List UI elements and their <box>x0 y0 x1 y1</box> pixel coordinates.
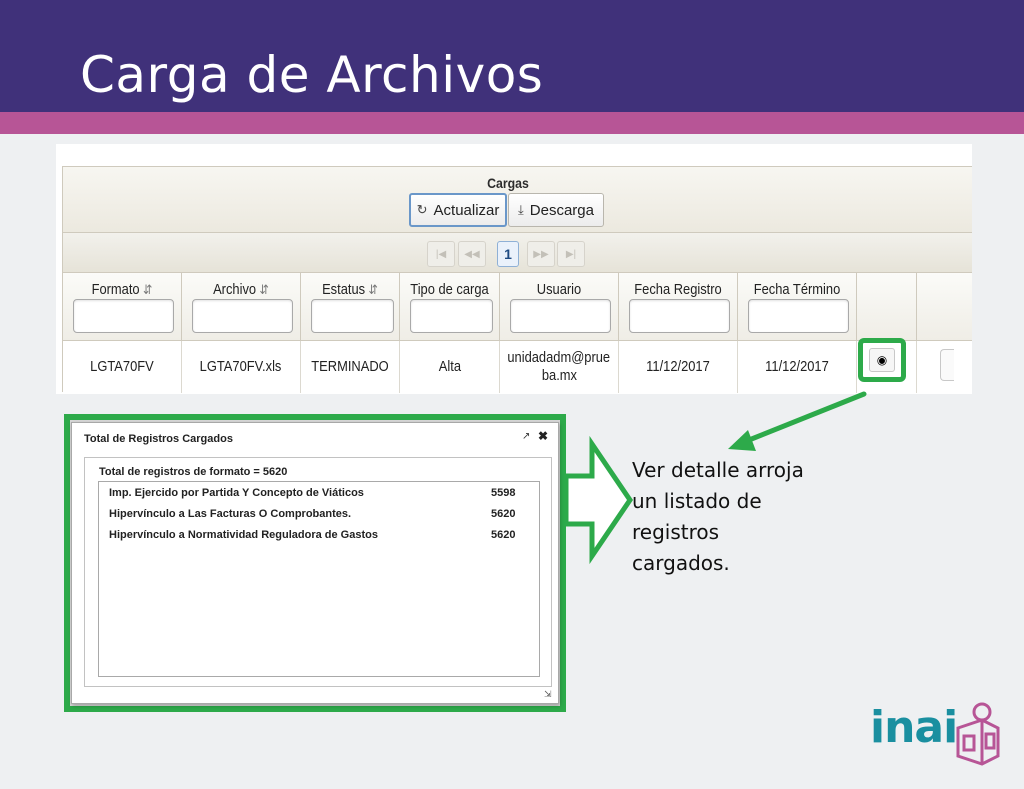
filter-tipo-input[interactable] <box>410 299 493 333</box>
column-fecha-registro: Fecha Registro <box>619 273 738 341</box>
next-page-icon[interactable]: ▶▶ <box>527 241 555 267</box>
column-formato[interactable]: Formato ⇵ <box>63 273 182 341</box>
uploads-grid: Cargas ↻ Actualizar ⤓ Descarga |◀ ◀◀ 1 ▶… <box>62 166 972 393</box>
dialog-title: Total de Registros Cargados <box>84 433 233 445</box>
pointer-arrow <box>728 391 867 451</box>
pager: |◀ ◀◀ 1 ▶▶ ▶| <box>63 233 972 273</box>
filter-estatus-input[interactable] <box>311 299 394 333</box>
list-item: Imp. Ejercido por Partida Y Concepto de … <box>109 487 364 499</box>
column-usuario: Usuario <box>500 273 619 341</box>
grid-screenshot: Cargas ↻ Actualizar ⤓ Descarga |◀ ◀◀ 1 ▶… <box>56 144 972 394</box>
filter-fecha-termino-input[interactable] <box>748 299 849 333</box>
list-item-count: 5620 <box>491 529 516 541</box>
cell-archivo: LGTA70FV.xls <box>182 341 301 393</box>
header-stripe <box>0 112 1024 134</box>
inai-logo-icon <box>956 702 1000 766</box>
current-page[interactable]: 1 <box>497 241 519 267</box>
dialog-total: Total de registros de formato = 5620 <box>99 466 288 478</box>
filter-usuario-input[interactable] <box>510 299 611 333</box>
view-detail-button[interactable]: ◉ <box>869 348 895 372</box>
block-arrow-icon <box>563 435 634 565</box>
download-label: Descarga <box>529 201 594 219</box>
view-detail-highlight: ◉ <box>858 338 906 382</box>
column-archivo[interactable]: Archivo ⇵ <box>182 273 301 341</box>
list-item: Hipervínculo a Normatividad Reguladora d… <box>109 529 378 541</box>
records-list[interactable]: Imp. Ejercido por Partida Y Concepto de … <box>98 481 540 677</box>
grid-caption: Cargas ↻ Actualizar ⤓ Descarga <box>63 167 972 233</box>
column-estatus[interactable]: Estatus ⇵ <box>301 273 400 341</box>
column-label: Formato <box>91 281 140 298</box>
list-item: Hipervínculo a Las Facturas O Comprobant… <box>109 508 352 520</box>
column-fecha-termino: Fecha Término <box>738 273 857 341</box>
slide-title: Carga de Archivos <box>80 46 544 104</box>
cell-usuario: unidadadm@prue ba.mx <box>500 341 619 393</box>
first-page-icon[interactable]: |◀ <box>427 241 455 267</box>
column-actions <box>857 273 917 341</box>
filter-formato-input[interactable] <box>73 299 174 333</box>
column-label: Fecha Término <box>753 281 841 298</box>
sort-icon[interactable]: ⇵ <box>143 282 152 297</box>
prev-page-icon[interactable]: ◀◀ <box>458 241 486 267</box>
eye-icon: ◉ <box>876 353 888 367</box>
sort-icon[interactable]: ⇵ <box>260 282 269 297</box>
filter-archivo-input[interactable] <box>192 299 293 333</box>
cell-fecha-registro: 11/12/2017 <box>619 341 738 393</box>
list-item-count: 5598 <box>491 487 516 499</box>
cell-tipo: Alta <box>400 341 500 393</box>
cell-formato: LGTA70FV <box>63 341 182 393</box>
cell-estatus: TERMINADO <box>301 341 400 393</box>
grid-header-row: Formato ⇵ Archivo ⇵ Estatus ⇵ Tipo de carga… <box>63 273 972 341</box>
column-tipo-carga: Tipo de carga <box>400 273 500 341</box>
refresh-icon: ↻ <box>416 202 428 217</box>
popout-icon[interactable]: ↗ <box>522 431 530 442</box>
dialog-body: Total de registros de formato = 5620 Imp… <box>84 457 552 687</box>
download-button[interactable]: ⤓ Descarga <box>508 193 604 227</box>
annotation-note: Ver detalle arroja un listado de registr… <box>632 458 804 575</box>
column-label: Tipo de carga <box>410 281 489 298</box>
resize-handle-icon[interactable]: ⇲ <box>544 689 552 700</box>
download-icon: ⤓ <box>518 202 524 217</box>
column-label: Fecha Registro <box>634 281 722 298</box>
filter-fecha-registro-input[interactable] <box>629 299 730 333</box>
column-label: Estatus <box>322 281 366 298</box>
close-icon[interactable]: ✖ <box>538 429 548 443</box>
row-extra-button[interactable] <box>940 349 954 381</box>
inai-logo-text: inai <box>870 702 958 753</box>
column-label: Archivo <box>213 281 257 298</box>
list-item-count: 5620 <box>491 508 516 520</box>
records-dialog: Total de Registros Cargados ↗ ✖ Total de… <box>71 422 559 704</box>
grid-caption-title: Cargas <box>487 175 529 191</box>
cell-fecha-termino: 11/12/2017 <box>738 341 857 393</box>
refresh-label: Actualizar <box>433 201 500 219</box>
sort-icon[interactable]: ⇵ <box>369 282 378 297</box>
column-label: Usuario <box>536 281 582 298</box>
table-row[interactable]: LGTA70FV LGTA70FV.xls TERMINADO Alta uni… <box>63 341 972 393</box>
last-page-icon[interactable]: ▶| <box>557 241 585 267</box>
refresh-button[interactable]: ↻ Actualizar <box>409 193 507 227</box>
